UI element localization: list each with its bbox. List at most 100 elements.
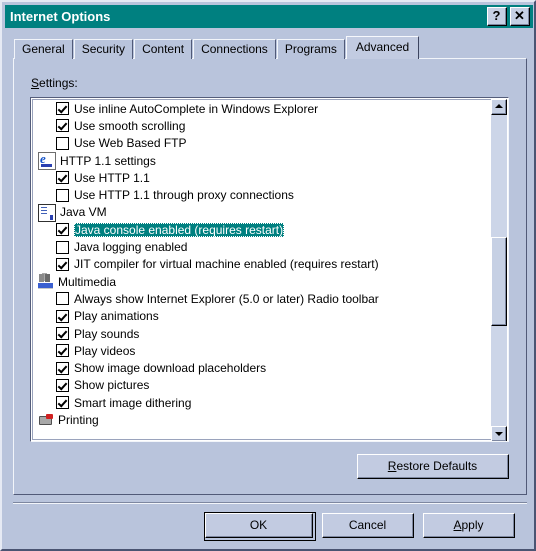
cancel-button[interactable]: Cancel [322, 513, 414, 538]
restore-defaults-label: Restore Defaults [358, 455, 508, 478]
close-button[interactable]: ✕ [510, 7, 530, 26]
vertical-scrollbar[interactable] [491, 99, 507, 441]
settings-checkbox-row[interactable]: Use inline AutoComplete in Windows Explo… [33, 100, 491, 117]
apply-label: Apply [424, 514, 514, 537]
checkbox-checked-icon[interactable] [56, 396, 69, 410]
separator [13, 502, 527, 504]
close-icon: ✕ [511, 8, 529, 25]
checkbox-checked-icon[interactable] [56, 257, 69, 271]
tab-general[interactable]: General [14, 39, 73, 59]
settings-checkbox-row[interactable]: Java console enabled (requires restart) [33, 221, 491, 238]
settings-list-items: Use inline AutoComplete in Windows Explo… [33, 100, 491, 429]
settings-checkbox-row[interactable]: Use Web Based FTP [33, 135, 491, 152]
caret-up-icon [495, 104, 503, 108]
internet-explorer-icon [38, 151, 56, 171]
settings-group-row[interactable]: Multimedia [33, 273, 491, 290]
settings-item-label: Use inline AutoComplete in Windows Explo… [74, 101, 319, 116]
settings-label-rest: ettings: [39, 76, 78, 90]
apply-rest: pply [461, 518, 484, 532]
settings-checkbox-row[interactable]: Always show Internet Explorer (5.0 or la… [33, 290, 491, 307]
checkbox-checked-icon[interactable] [56, 361, 69, 375]
scroll-up-inner [492, 100, 506, 114]
help-button[interactable]: ? [487, 7, 507, 26]
scroll-down-inner [492, 427, 506, 441]
settings-item-label: Show image download placeholders [74, 361, 267, 376]
ok-button[interactable]: OK [204, 512, 316, 541]
checkbox-checked-icon[interactable] [56, 327, 69, 340]
settings-item-label: Multimedia [58, 274, 117, 289]
checkbox-unchecked-icon[interactable] [56, 240, 69, 254]
settings-checkbox-row[interactable]: Play animations [33, 308, 491, 325]
checkbox-checked-icon[interactable] [56, 171, 69, 185]
window-title: Internet Options [10, 9, 111, 24]
checkbox-unchecked-icon[interactable] [56, 188, 69, 202]
settings-item-label: Java logging enabled [74, 240, 188, 255]
settings-item-label: Play sounds [74, 326, 140, 341]
settings-item-label: JIT compiler for virtual machine enabled… [74, 257, 379, 272]
checkbox-checked-icon[interactable] [56, 119, 69, 133]
settings-item-label: Always show Internet Explorer (5.0 or la… [74, 291, 379, 306]
scrollbar-track[interactable] [491, 115, 507, 426]
title-bar[interactable]: Internet Options ? ✕ [5, 5, 533, 28]
settings-item-label: Smart image dithering [74, 395, 192, 410]
ok-label: OK [206, 514, 312, 537]
tab-advanced[interactable]: Advanced [345, 36, 420, 59]
settings-item-label: Printing [58, 412, 99, 427]
scrollbar-thumb[interactable] [491, 237, 507, 326]
printer-icon [38, 413, 54, 429]
settings-checkbox-row[interactable]: Use HTTP 1.1 [33, 169, 491, 186]
tab-connections[interactable]: Connections [193, 39, 276, 59]
internet-options-dialog: Internet Options ? ✕ General Security Cont… [0, 0, 536, 551]
settings-checkbox-row[interactable]: Smart image dithering [33, 394, 491, 411]
scroll-down-icon[interactable] [491, 426, 507, 441]
checkbox-checked-icon[interactable] [56, 378, 69, 392]
settings-item-label: Use Web Based FTP [74, 136, 187, 151]
checkbox-checked-icon[interactable] [56, 309, 69, 323]
settings-label-accel: S [31, 76, 40, 90]
settings-group-row[interactable]: HTTP 1.1 settings [33, 151, 491, 171]
settings-label: Settings: [31, 76, 78, 90]
settings-checkbox-row[interactable]: Play videos [33, 342, 491, 359]
checkbox-checked-icon[interactable] [56, 344, 69, 358]
restore-defaults-rest: estore Defaults [396, 459, 478, 473]
restore-defaults-accel: R [387, 459, 397, 473]
apply-accel: A [453, 518, 462, 532]
scrollbar-thumb-inner [492, 238, 506, 325]
settings-item-label: Play animations [74, 309, 159, 324]
checkbox-checked-icon[interactable] [56, 223, 69, 237]
settings-checkbox-row[interactable]: Use HTTP 1.1 through proxy connections [33, 186, 491, 203]
settings-list-viewport: Use inline AutoComplete in Windows Explo… [32, 99, 491, 440]
settings-item-label: HTTP 1.1 settings [60, 153, 156, 168]
document-icon [38, 203, 56, 222]
settings-item-label: Play videos [74, 343, 136, 358]
settings-checkbox-row[interactable]: Java logging enabled [33, 238, 491, 255]
question-mark-icon: ? [488, 8, 506, 25]
settings-checkbox-row[interactable]: Use smooth scrolling [33, 117, 491, 134]
settings-checkbox-row[interactable]: Play sounds [33, 325, 491, 342]
settings-item-label: Show pictures [74, 378, 150, 393]
tab-strip: General Security Content Connections Program… [14, 36, 526, 59]
tab-programs[interactable]: Programs [276, 39, 345, 59]
multimedia-icon [38, 274, 54, 290]
cancel-label: Cancel [323, 514, 413, 537]
tab-content[interactable]: Content [134, 39, 193, 59]
apply-button[interactable]: Apply [423, 513, 515, 538]
settings-item-label: Use HTTP 1.1 through proxy connections [74, 188, 294, 203]
settings-listbox[interactable]: Use inline AutoComplete in Windows Explo… [30, 97, 509, 442]
settings-item-label: Java VM [60, 205, 107, 220]
caret-down-icon [495, 432, 503, 436]
settings-checkbox-row[interactable]: JIT compiler for virtual machine enabled… [33, 256, 491, 273]
scroll-up-icon[interactable] [491, 99, 507, 115]
settings-item-label: Java console enabled (requires restart) [74, 222, 285, 237]
checkbox-unchecked-icon[interactable] [56, 292, 69, 306]
settings-group-row[interactable]: Printing [33, 411, 491, 428]
checkbox-unchecked-icon[interactable] [56, 136, 69, 150]
settings-group-row[interactable]: Java VM [33, 203, 491, 222]
settings-checkbox-row[interactable]: Show image download placeholders [33, 359, 491, 376]
checkbox-checked-icon[interactable] [56, 102, 69, 116]
tab-security[interactable]: Security [73, 39, 134, 59]
restore-defaults-button[interactable]: Restore Defaults [357, 454, 509, 479]
settings-checkbox-row[interactable]: Show pictures [33, 377, 491, 394]
settings-item-label: Use HTTP 1.1 [74, 170, 150, 185]
settings-item-label: Use smooth scrolling [74, 118, 186, 133]
